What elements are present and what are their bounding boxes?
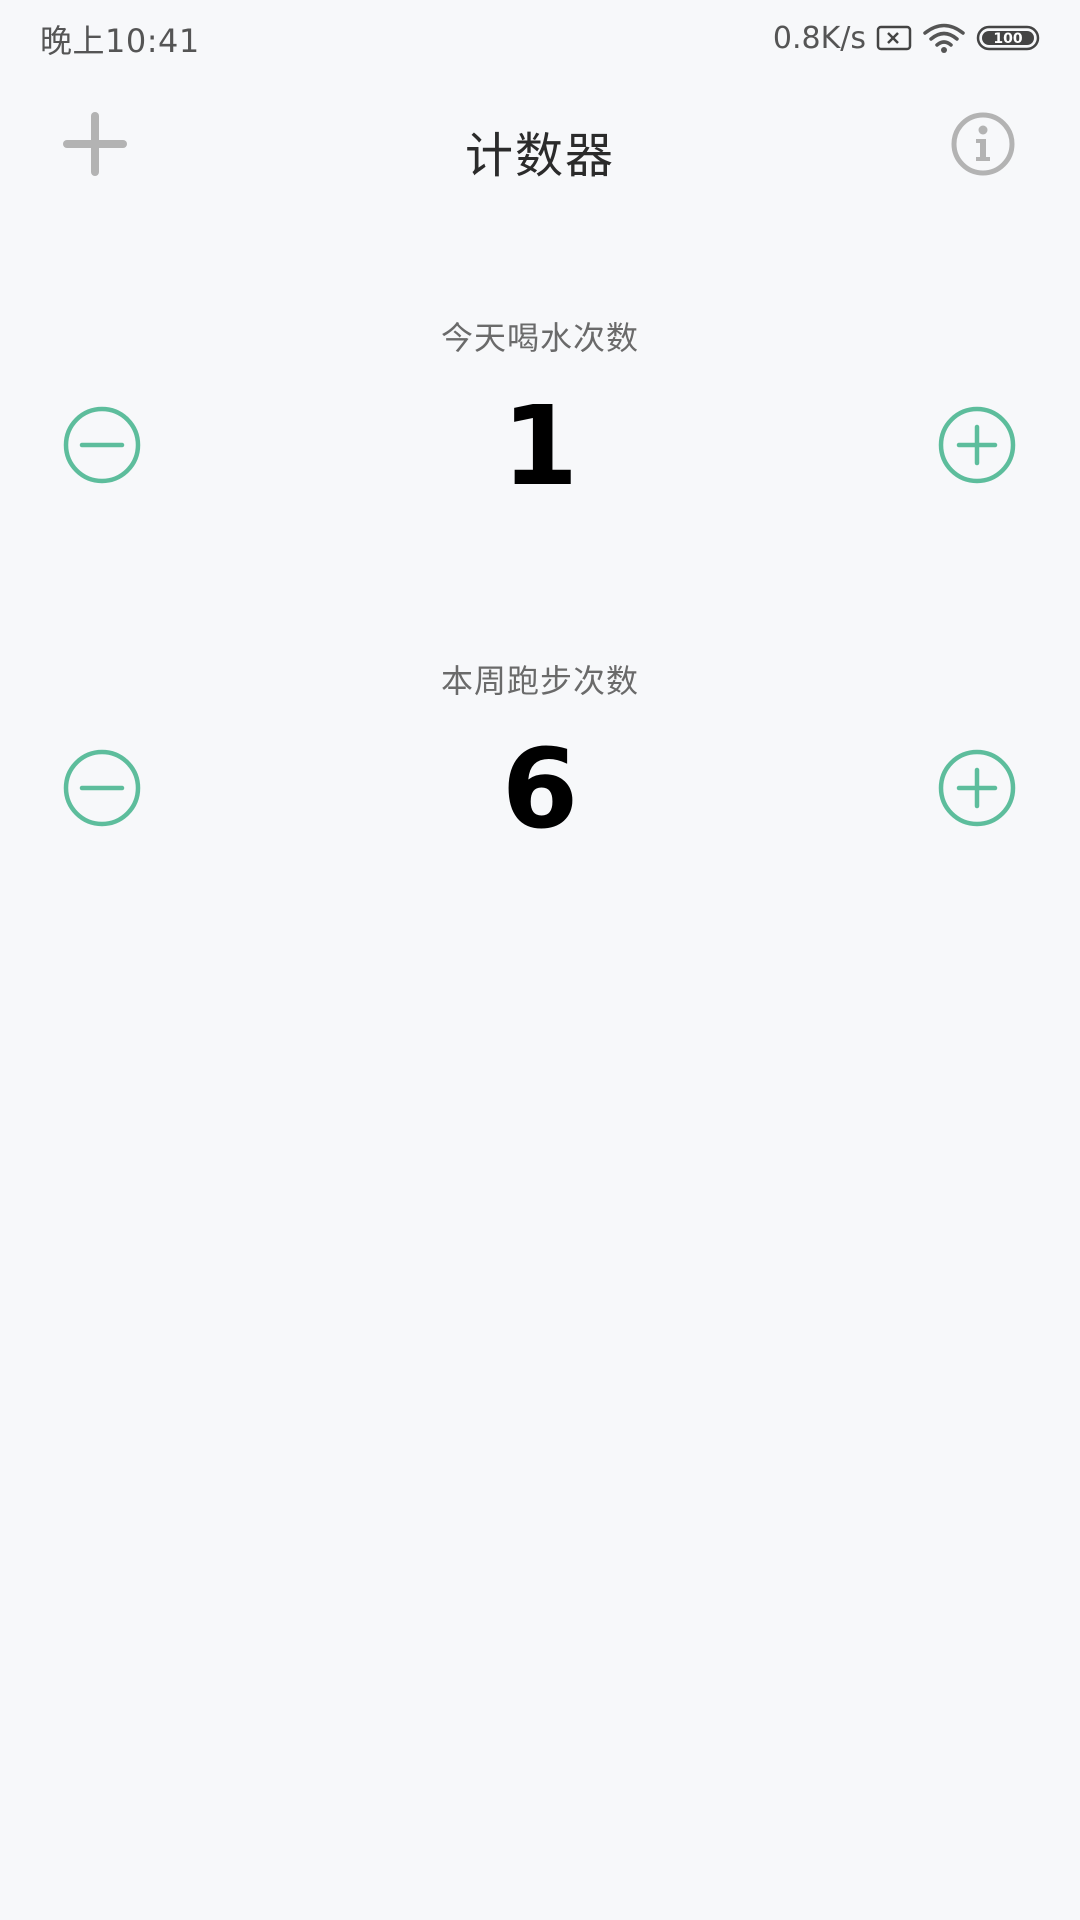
app-bar: 计数器 <box>0 96 1080 196</box>
counter-value: 6 <box>501 725 579 853</box>
status-bar: 晚上10:41 0.8K/s 100 <box>0 0 1080 76</box>
counter-value: 1 <box>501 382 579 510</box>
battery-icon: 100 <box>976 24 1042 52</box>
counter-card: 本周跑步次数 6 <box>0 648 1080 848</box>
no-sim-icon <box>876 24 912 52</box>
counter-label: 今天喝水次数 <box>440 319 639 357</box>
battery-level: 100 <box>993 31 1022 47</box>
increment-button[interactable] <box>937 748 1017 832</box>
info-button[interactable] <box>947 110 1019 182</box>
status-time: 晚上10:41 <box>40 22 200 60</box>
counter-label: 本周跑步次数 <box>440 662 639 700</box>
page-title: 计数器 <box>464 128 615 184</box>
counter-card: 今天喝水次数 1 <box>0 305 1080 505</box>
wifi-icon <box>922 22 966 54</box>
status-indicators: 0.8K/s 100 <box>773 18 1042 58</box>
increment-button[interactable] <box>937 405 1017 489</box>
info-icon <box>950 111 1016 181</box>
plus-circle-icon <box>937 405 1017 489</box>
network-speed: 0.8K/s <box>772 20 866 56</box>
plus-circle-icon <box>937 748 1017 832</box>
